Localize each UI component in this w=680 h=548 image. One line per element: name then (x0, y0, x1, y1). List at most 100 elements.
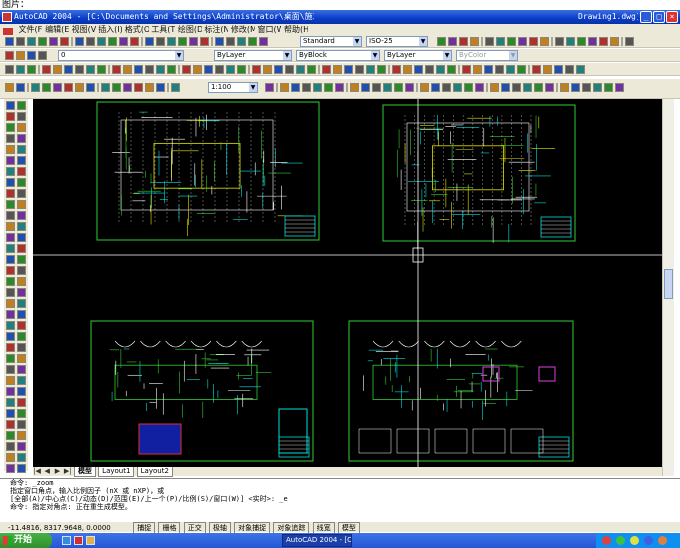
tool-button-icon[interactable] (302, 83, 311, 92)
tool-button-icon[interactable] (16, 83, 25, 92)
tool-button-icon[interactable] (145, 83, 154, 92)
tool-button-icon[interactable] (31, 83, 40, 92)
tab-layout2[interactable]: Layout2 (136, 467, 173, 477)
draw-tool-icon[interactable] (6, 321, 15, 330)
tool-button-icon[interactable] (615, 83, 624, 92)
draw-tool-icon[interactable] (17, 101, 26, 110)
tool-button-icon[interactable] (556, 83, 558, 92)
tool-button-icon[interactable] (576, 65, 585, 74)
tool-button-icon[interactable] (252, 65, 261, 74)
tool-button-icon[interactable] (473, 65, 482, 74)
menu-help[interactable]: 帮助(H) (284, 24, 308, 35)
tool-button-icon[interactable] (156, 65, 165, 74)
menu-draw[interactable]: 绘图(D) (178, 24, 202, 35)
tool-button-icon[interactable] (167, 37, 176, 46)
draw-tool-icon[interactable] (6, 101, 15, 110)
tool-button-icon[interactable] (259, 37, 268, 46)
tool-button-icon[interactable] (447, 65, 456, 74)
tool-button-icon[interactable] (27, 65, 36, 74)
tool-button-icon[interactable] (167, 65, 176, 74)
tool-button-icon[interactable] (156, 37, 165, 46)
window-titlebar[interactable]: AutoCAD 2004 - [C:\Documents and Setting… (0, 10, 680, 24)
tool-button-icon[interactable] (571, 83, 580, 92)
draw-tool-icon[interactable] (6, 365, 15, 374)
draw-tool-icon[interactable] (17, 266, 26, 275)
draw-tool-icon[interactable] (6, 354, 15, 363)
tool-button-icon[interactable] (405, 83, 414, 92)
tool-button-icon[interactable] (97, 37, 106, 46)
tool-button-icon[interactable] (285, 65, 294, 74)
menu-dimension[interactable]: 标注(N) (204, 24, 228, 35)
tool-button-icon[interactable] (123, 83, 132, 92)
tool-button-icon[interactable] (361, 83, 370, 92)
tool-button-icon[interactable] (462, 65, 471, 74)
tool-button-icon[interactable] (5, 65, 14, 74)
draw-tool-icon[interactable] (6, 211, 15, 220)
tool-button-icon[interactable] (436, 65, 445, 74)
tool-button-icon[interactable] (280, 83, 289, 92)
menu-window[interactable]: 窗口(W) (257, 24, 281, 35)
tool-button-icon[interactable] (346, 83, 348, 92)
draw-tool-icon[interactable] (17, 376, 26, 385)
tool-button-icon[interactable] (560, 83, 569, 92)
tool-button-icon[interactable] (540, 37, 549, 46)
tool-button-icon[interactable] (5, 37, 14, 46)
draw-tool-icon[interactable] (17, 387, 26, 396)
draw-tool-icon[interactable] (6, 464, 15, 473)
tool-button-icon[interactable] (215, 65, 224, 74)
draw-tool-icon[interactable] (6, 145, 15, 154)
tool-button-icon[interactable] (16, 65, 25, 74)
tool-button-icon[interactable] (248, 65, 250, 74)
tool-button-icon[interactable] (355, 65, 364, 74)
maximize-icon[interactable]: □ (653, 11, 665, 23)
tool-button-icon[interactable] (486, 83, 488, 92)
tool-button-icon[interactable] (523, 83, 532, 92)
tray-icon[interactable] (644, 536, 653, 545)
tool-button-icon[interactable] (134, 65, 143, 74)
tool-button-icon[interactable] (5, 51, 14, 60)
tool-button-icon[interactable] (485, 37, 494, 46)
zoom-scale-select[interactable]: 1:100 ▼ (208, 82, 258, 93)
tool-button-icon[interactable] (97, 83, 99, 92)
draw-tool-icon[interactable] (6, 409, 15, 418)
tool-button-icon[interactable] (97, 65, 106, 74)
tool-button-icon[interactable] (27, 83, 29, 92)
tool-button-icon[interactable] (101, 83, 110, 92)
menu-modify[interactable]: 修改(M) (231, 24, 255, 35)
tool-button-icon[interactable] (313, 83, 322, 92)
draw-tool-icon[interactable] (17, 156, 26, 165)
draw-tool-icon[interactable] (17, 365, 26, 374)
tool-button-icon[interactable] (112, 83, 121, 92)
tab-next-icon[interactable]: ▶ (53, 467, 61, 476)
tool-button-icon[interactable] (529, 37, 538, 46)
tool-button-icon[interactable] (318, 65, 320, 74)
close-icon[interactable]: × (666, 11, 678, 23)
tool-button-icon[interactable] (86, 37, 95, 46)
menu-view[interactable]: 视图(V) (72, 24, 96, 35)
draw-tool-icon[interactable] (17, 134, 26, 143)
tool-button-icon[interactable] (156, 83, 165, 92)
draw-tool-icon[interactable] (6, 244, 15, 253)
lineweight-select[interactable]: ByLayer ▼ (384, 50, 452, 61)
tray-icon[interactable] (616, 536, 625, 545)
tray-icon[interactable] (630, 536, 639, 545)
tool-button-icon[interactable] (123, 65, 132, 74)
tool-button-icon[interactable] (53, 65, 62, 74)
tab-model[interactable]: 模型 (73, 467, 96, 477)
draw-tool-icon[interactable] (17, 321, 26, 330)
draw-tool-icon[interactable] (6, 420, 15, 429)
tool-button-icon[interactable] (200, 37, 209, 46)
draw-tool-icon[interactable] (17, 420, 26, 429)
linetype-select[interactable]: ByBlock ▼ (296, 50, 380, 61)
tool-button-icon[interactable] (71, 37, 73, 46)
draw-tool-icon[interactable] (6, 233, 15, 242)
tool-button-icon[interactable] (518, 37, 527, 46)
tool-button-icon[interactable] (414, 65, 423, 74)
tool-button-icon[interactable] (506, 65, 515, 74)
tool-button-icon[interactable] (599, 37, 608, 46)
tool-button-icon[interactable] (604, 83, 613, 92)
draw-tool-icon[interactable] (17, 332, 26, 341)
draw-tool-icon[interactable] (6, 178, 15, 187)
tool-button-icon[interactable] (324, 83, 333, 92)
draw-tool-icon[interactable] (6, 343, 15, 352)
